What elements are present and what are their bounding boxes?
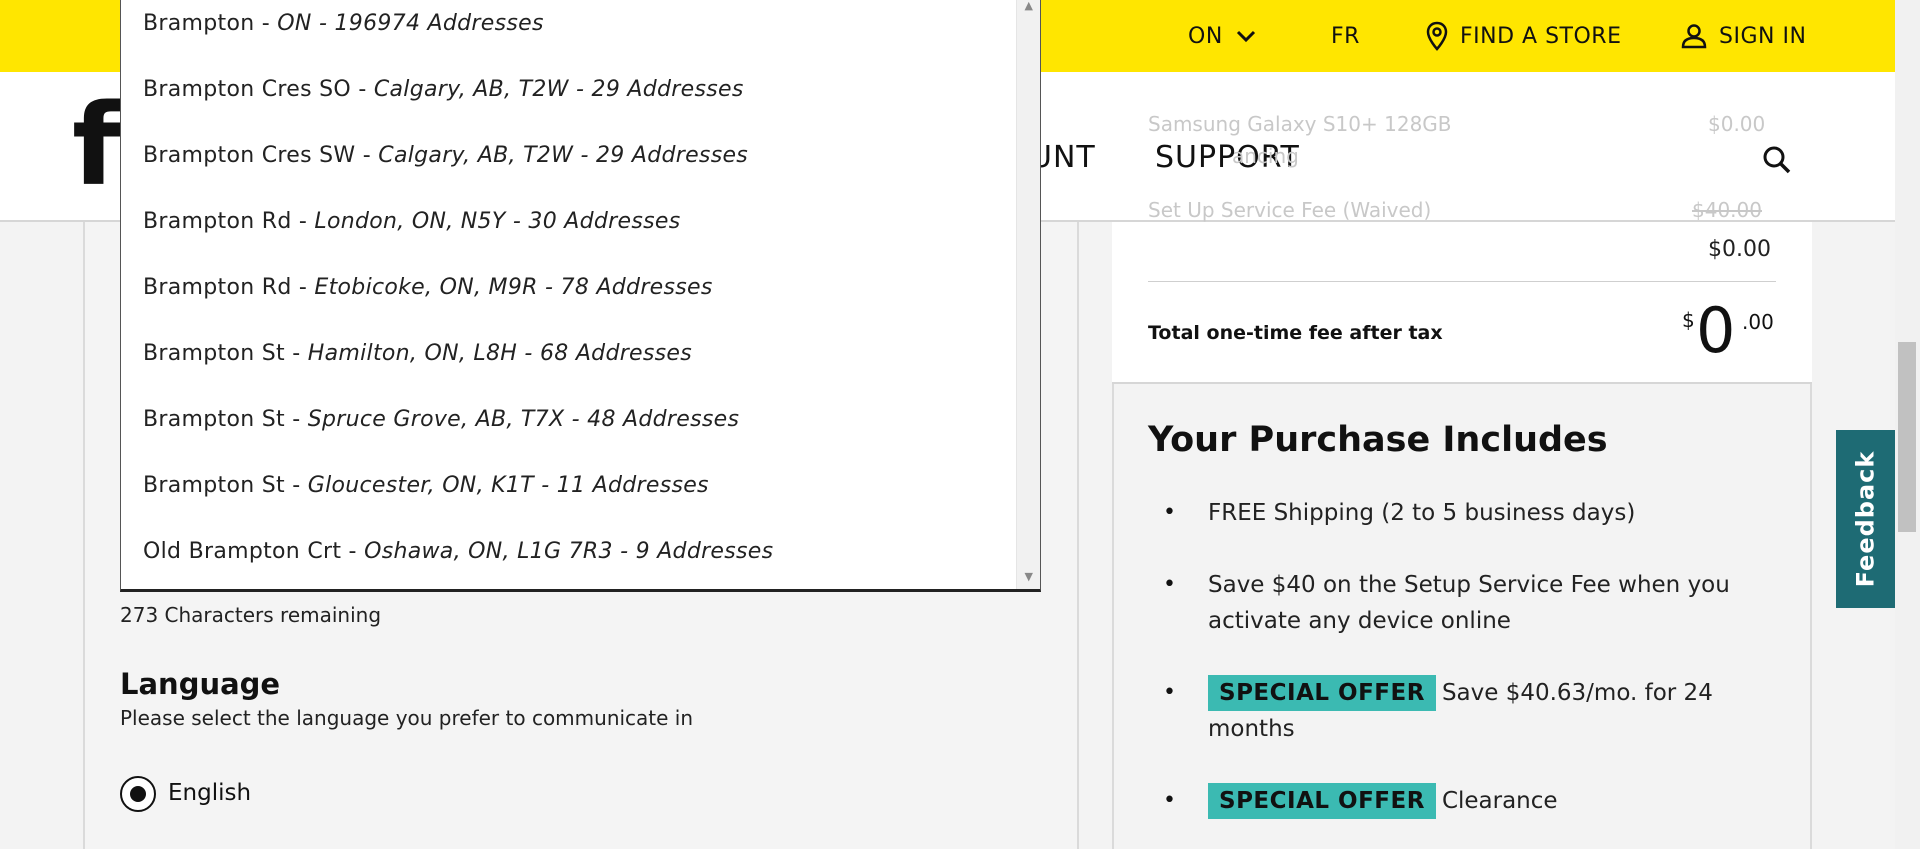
dropdown-scrollbar[interactable]: ▲ ▼ <box>1016 0 1040 589</box>
address-location: Calgary, AB, T2W - 29 Addresses <box>373 77 744 102</box>
address-location: Hamilton, ON, L8H - 68 Addresses <box>307 341 693 366</box>
subtotal-value: $0.00 <box>1708 237 1771 262</box>
address-option[interactable]: Brampton St - Spruce Grove, AB, T7X - 48… <box>143 407 739 432</box>
total-label: Total one-time fee after tax <box>1148 322 1443 344</box>
total-dollars: 0 <box>1696 294 1736 367</box>
address-option[interactable]: Brampton St - Hamilton, ON, L8H - 68 Add… <box>143 341 692 366</box>
address-street: Brampton St - <box>143 341 308 366</box>
total-currency: $ <box>1682 308 1695 332</box>
special-offer-badge: SPECIAL OFFER <box>1208 783 1436 819</box>
search-icon[interactable] <box>1762 145 1792 175</box>
scroll-down-icon[interactable]: ▼ <box>1025 570 1033 583</box>
user-icon <box>1681 24 1707 49</box>
english-radio[interactable] <box>120 776 156 812</box>
address-autocomplete-list[interactable]: Brampton - ON - 196974 Addresses Brampto… <box>120 0 1041 592</box>
bullet: • <box>1163 572 1176 597</box>
special-offer-badge: SPECIAL OFFER <box>1208 675 1436 711</box>
address-street: Brampton Cres SW - <box>143 143 379 168</box>
includes-item: Save $40 on the Setup Service Fee when y… <box>1208 567 1768 639</box>
address-street: Brampton St - <box>143 407 308 432</box>
address-option[interactable]: Brampton Rd - Etobicoke, ON, M9R - 78 Ad… <box>143 275 713 300</box>
address-option[interactable]: Brampton - ON - 196974 Addresses <box>143 11 544 36</box>
find-store-link[interactable]: FIND A STORE <box>1426 0 1621 72</box>
address-location: Oshawa, ON, L1G 7R3 - 9 Addresses <box>364 539 774 564</box>
feedback-label: Feedback <box>1851 450 1880 588</box>
find-store-label: FIND A STORE <box>1460 23 1622 49</box>
sign-in-label: SIGN IN <box>1719 23 1807 49</box>
address-location: London, ON, N5Y - 30 Addresses <box>314 209 681 234</box>
summary-setup-fee-price: $40.00 <box>1692 198 1762 222</box>
includes-item-text: Clearance <box>1441 788 1558 814</box>
chevron-down-icon <box>1236 30 1255 43</box>
map-pin-icon <box>1426 21 1448 51</box>
includes-item: SPECIAL OFFER Clearance <box>1208 783 1768 819</box>
address-option[interactable]: Brampton Cres SO - Calgary, AB, T2W - 29… <box>143 77 744 102</box>
address-street: Brampton St - <box>143 473 308 498</box>
feedback-tab[interactable]: Feedback <box>1836 430 1895 608</box>
includes-item: SPECIAL OFFER Save $40.63/mo. for 24 mont… <box>1208 675 1768 747</box>
includes-title: Your Purchase Includes <box>1148 420 1608 460</box>
address-location: Gloucester, ON, K1T - 11 Addresses <box>307 473 709 498</box>
total-cents: .00 <box>1742 310 1774 334</box>
bullet: • <box>1163 788 1176 813</box>
address-street: Brampton - <box>143 11 278 36</box>
province-label: ON <box>1188 23 1223 49</box>
address-option[interactable]: Brampton Rd - London, ON, N5Y - 30 Addre… <box>143 209 680 234</box>
address-street: Brampton Rd - <box>143 209 315 234</box>
address-street: Old Brampton Crt - <box>143 539 365 564</box>
province-selector[interactable]: ON <box>1188 0 1257 72</box>
includes-item: FREE Shipping (2 to 5 business days) <box>1208 495 1768 531</box>
address-street: Brampton Cres SO - <box>143 77 374 102</box>
address-option[interactable]: Old Brampton Crt - Oshawa, ON, L1G 7R3 -… <box>143 539 773 564</box>
bullet: • <box>1163 500 1176 525</box>
english-radio-label[interactable]: English <box>168 780 251 806</box>
characters-remaining: 273 Characters remaining <box>120 603 382 627</box>
address-option[interactable]: Brampton Cres SW - Calgary, AB, T2W - 29… <box>143 143 748 168</box>
includes-item-text: Save $40 on the Setup Service Fee when y… <box>1208 572 1730 634</box>
includes-item-text: FREE Shipping (2 to 5 business days) <box>1208 500 1636 526</box>
summary-device-price: $0.00 <box>1708 112 1766 136</box>
address-street: Brampton Rd - <box>143 275 315 300</box>
bullet: • <box>1163 680 1176 705</box>
language-toggle-label: FR <box>1331 23 1360 49</box>
address-location: Spruce Grove, AB, T7X - 48 Addresses <box>307 407 740 432</box>
address-location: Calgary, AB, T2W - 29 Addresses <box>378 143 749 168</box>
address-location: Etobicoke, ON, M9R - 78 Addresses <box>314 275 713 300</box>
scroll-up-icon[interactable]: ▲ <box>1025 0 1033 12</box>
language-toggle[interactable]: FR <box>1331 0 1360 72</box>
address-location: ON - 196974 Addresses <box>277 11 544 36</box>
address-option[interactable]: Brampton St - Gloucester, ON, K1T - 11 A… <box>143 473 709 498</box>
language-description: Please select the language you prefer to… <box>120 706 694 730</box>
language-heading: Language <box>120 667 281 701</box>
summary-device-sub: ancing <box>1232 144 1299 168</box>
summary-divider <box>1148 281 1776 282</box>
summary-device-name: Samsung Galaxy S10+ 128GB <box>1148 112 1452 136</box>
sign-in-link[interactable]: SIGN IN <box>1681 0 1806 72</box>
summary-setup-fee: Set Up Service Fee (Waived) <box>1148 198 1432 222</box>
page-scrollbar-thumb[interactable] <box>1898 342 1916 532</box>
